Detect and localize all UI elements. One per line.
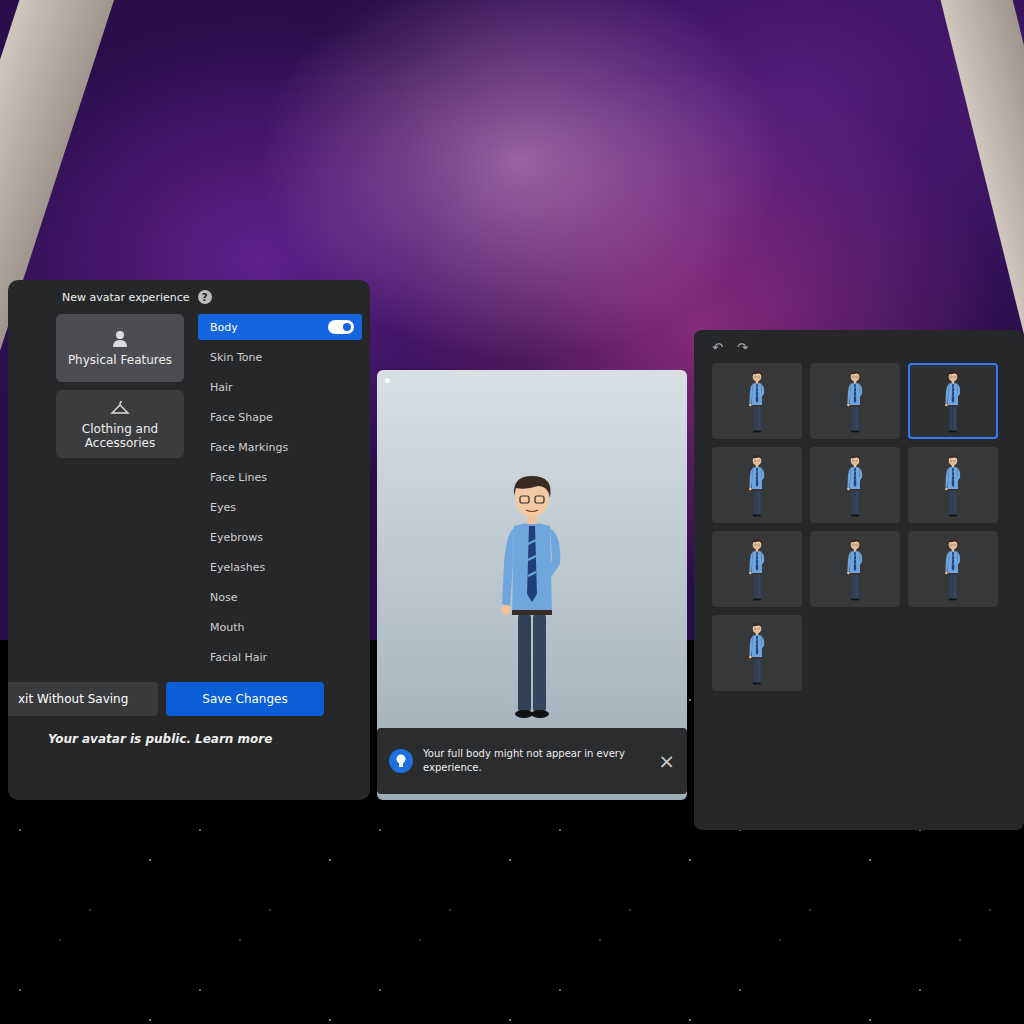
history-bar: ↶ ↷ xyxy=(712,340,1024,355)
lightbulb-icon xyxy=(389,749,413,773)
panel-dot xyxy=(385,378,390,383)
avatar-figure-icon xyxy=(842,368,868,434)
panel-row: New avatar experience ? Physical Feature… xyxy=(0,0,1024,830)
action-row: xit Without Saving Save Changes xyxy=(8,682,362,716)
category-tab[interactable]: Clothing and Accessories xyxy=(56,390,184,458)
privacy-note: Your avatar is public. Learn more xyxy=(8,732,362,746)
learn-more-link[interactable]: Learn more xyxy=(195,732,272,746)
person-icon xyxy=(110,329,130,349)
avatar-figure-icon xyxy=(940,536,966,602)
feature-item[interactable]: Skin Tone xyxy=(198,344,362,370)
hanger-icon xyxy=(110,398,130,418)
notice-toast: Your full body might not appear in every… xyxy=(377,728,687,794)
body-option[interactable] xyxy=(712,615,802,691)
body-option[interactable] xyxy=(908,363,998,439)
body-option[interactable] xyxy=(712,531,802,607)
avatar-figure-icon xyxy=(940,452,966,518)
panel-header: New avatar experience ? xyxy=(8,290,362,304)
close-button[interactable]: × xyxy=(658,749,675,773)
feature-item[interactable]: Body xyxy=(198,314,362,340)
body-option[interactable] xyxy=(908,447,998,523)
body-option[interactable] xyxy=(712,447,802,523)
editor-menu-panel: New avatar experience ? Physical Feature… xyxy=(8,280,370,800)
feature-item[interactable]: Face Markings xyxy=(198,434,362,460)
feature-item[interactable]: Eyes xyxy=(198,494,362,520)
body-option-grid xyxy=(712,363,1024,691)
help-icon[interactable]: ? xyxy=(198,290,212,304)
panel-title: New avatar experience xyxy=(62,291,190,304)
feature-item[interactable]: Mouth xyxy=(198,614,362,640)
menu-body: Physical Features Clothing and Accessori… xyxy=(8,314,362,674)
body-option[interactable] xyxy=(810,531,900,607)
exit-button[interactable]: xit Without Saving xyxy=(8,682,158,716)
feature-item[interactable]: Nose xyxy=(198,584,362,610)
vr-scene: New avatar experience ? Physical Feature… xyxy=(0,0,1024,1024)
avatar-figure-icon xyxy=(842,452,868,518)
category-list: Physical Features Clothing and Accessori… xyxy=(56,314,184,674)
save-button[interactable]: Save Changes xyxy=(166,682,324,716)
body-toggle[interactable] xyxy=(328,320,354,334)
feature-item[interactable]: Hair xyxy=(198,374,362,400)
avatar-preview: Your full body might not appear in every… xyxy=(377,370,687,800)
avatar-figure-icon xyxy=(482,464,582,724)
avatar-figure-icon xyxy=(744,620,770,686)
body-option[interactable] xyxy=(810,363,900,439)
avatar-figure-icon xyxy=(744,452,770,518)
category-tab[interactable]: Physical Features xyxy=(56,314,184,382)
avatar-figure-icon xyxy=(744,368,770,434)
body-options-panel: ↶ ↷ xyxy=(694,330,1024,830)
undo-button[interactable]: ↶ xyxy=(712,340,723,355)
avatar-figure-icon xyxy=(842,536,868,602)
feature-item[interactable]: Face Lines xyxy=(198,464,362,490)
body-option[interactable] xyxy=(810,447,900,523)
feature-item[interactable]: Eyelashes xyxy=(198,554,362,580)
body-option[interactable] xyxy=(908,531,998,607)
feature-item[interactable]: Facial Hair xyxy=(198,644,362,670)
feature-item[interactable]: Eyebrows xyxy=(198,524,362,550)
redo-button[interactable]: ↷ xyxy=(737,340,748,355)
avatar-figure-icon xyxy=(940,368,966,434)
avatar[interactable] xyxy=(482,370,582,728)
avatar-figure-icon xyxy=(744,536,770,602)
body-option[interactable] xyxy=(712,363,802,439)
feature-list: Body Skin Tone Hair Face Shape Face Mark… xyxy=(198,314,362,674)
feature-item[interactable]: Face Shape xyxy=(198,404,362,430)
